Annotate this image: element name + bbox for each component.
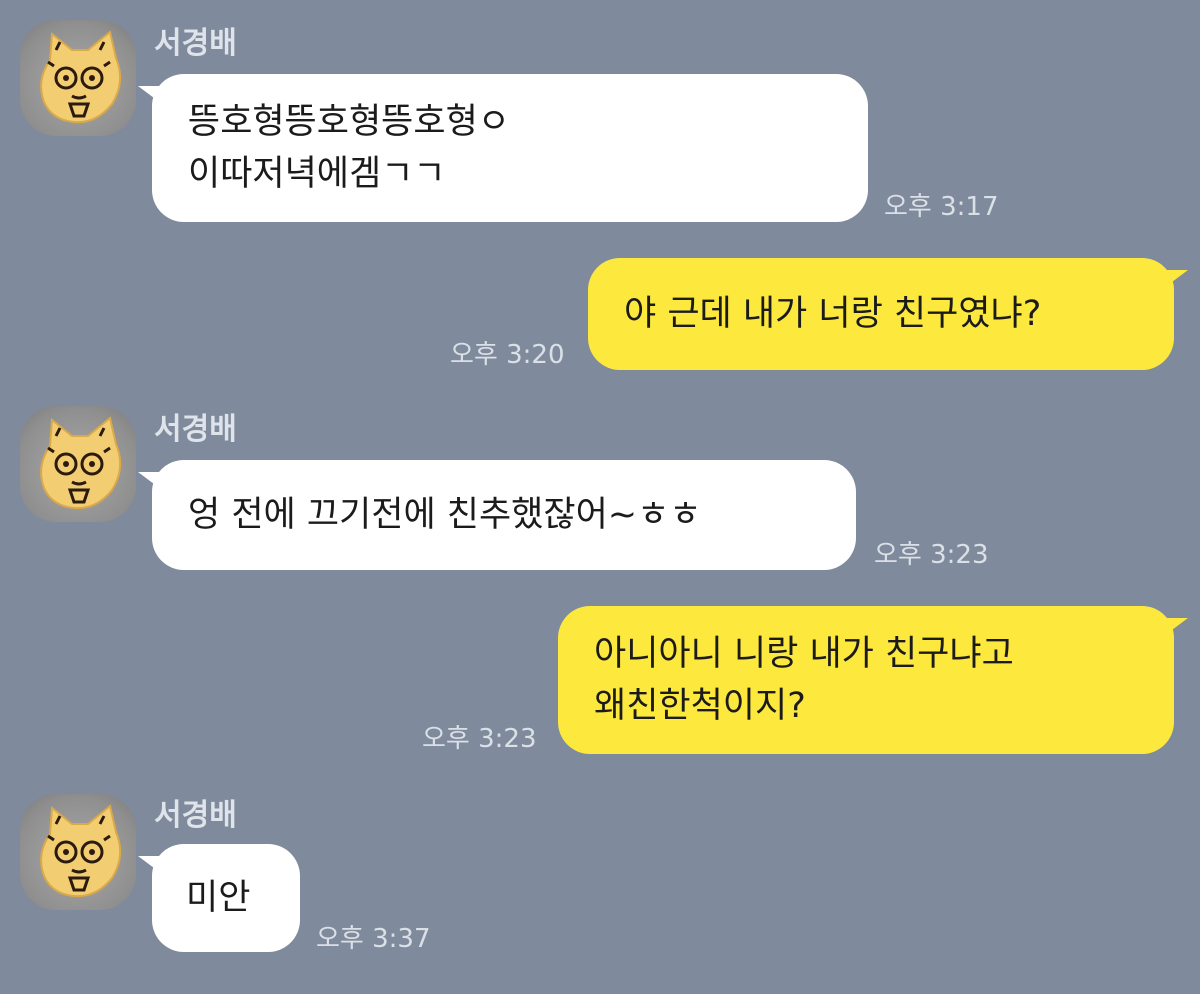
incoming-message-bubble[interactable]: 미안 <box>138 844 300 952</box>
incoming-message-bubble[interactable]: 뜽호형뜽호형뜽호형ㅇ 이따저녁에겜ㄱㄱ <box>138 74 868 222</box>
sender-name: 서경배 <box>154 798 237 833</box>
message-text: 엉 전에 끄기전에 친추했잖어~ㅎㅎ <box>188 495 702 535</box>
sender-name: 서경배 <box>154 412 237 447</box>
message-text: 야 근데 내가 너랑 친구였냐? <box>624 294 1042 334</box>
outgoing-message-bubble[interactable]: 아니아니 니랑 내가 친구냐고 왜친한척이지? <box>558 606 1188 754</box>
sender-avatar[interactable] <box>20 406 136 522</box>
cat-cookie-icon <box>40 804 122 898</box>
cat-cookie-icon <box>40 30 122 124</box>
incoming-message-bubble[interactable]: 엉 전에 끄기전에 친추했잖어~ㅎㅎ <box>138 460 856 570</box>
message-text: 이따저녁에겜ㄱㄱ <box>188 154 446 194</box>
message-timestamp: 오후 3:20 <box>450 340 565 370</box>
message-text: 아니아니 니랑 내가 친구냐고 <box>594 634 1014 674</box>
message-text: 뜽호형뜽호형뜽호형ㅇ <box>188 102 511 142</box>
message-text: 왜친한척이지? <box>594 686 806 726</box>
message-timestamp: 오후 3:23 <box>422 724 537 754</box>
message-timestamp: 오후 3:17 <box>884 192 999 222</box>
sender-name: 서경배 <box>154 26 237 61</box>
outgoing-message-bubble[interactable]: 야 근데 내가 너랑 친구였냐? <box>588 258 1188 370</box>
message-text: 미안 <box>186 878 251 918</box>
sender-avatar[interactable] <box>20 794 136 910</box>
cat-cookie-icon <box>40 416 122 510</box>
message-timestamp: 오후 3:23 <box>874 540 989 570</box>
sender-avatar[interactable] <box>20 20 136 136</box>
message-timestamp: 오후 3:37 <box>316 924 431 954</box>
